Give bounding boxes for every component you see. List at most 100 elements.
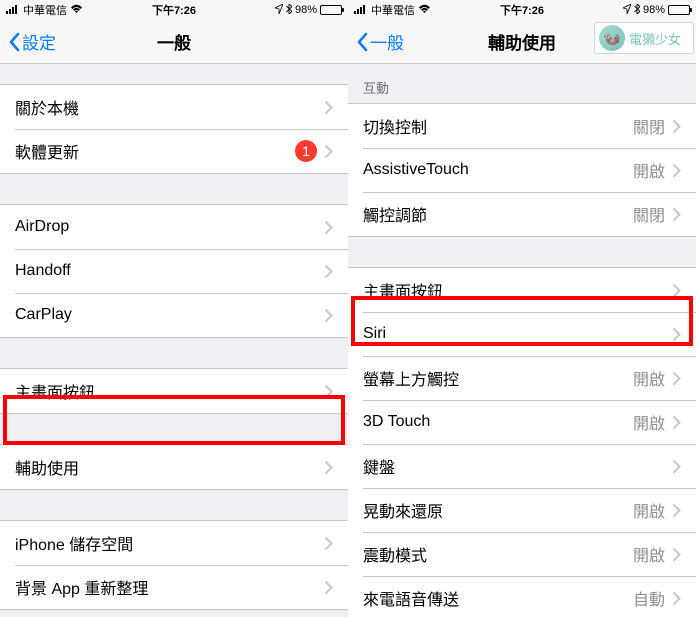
watermark-label: 電獺少女 — [629, 29, 681, 48]
cell-call-audio-routing[interactable]: 來電語音傳送 自動 — [348, 576, 696, 617]
phone-left: 中華電信 下午7:26 98% 設定 一般 關於本機 — [0, 0, 348, 617]
cell-label: 觸控調節 — [363, 202, 633, 226]
cell-group: 主畫面按鈕 Siri 螢幕上方觸控 開啟 3D Touch 開啟 鍵盤 晃動來還… — [348, 267, 696, 617]
chevron-right-icon — [673, 208, 681, 221]
signal-icon — [6, 4, 20, 17]
spacer — [0, 414, 348, 444]
chevron-right-icon — [325, 581, 333, 594]
chevron-right-icon — [325, 385, 333, 398]
wifi-icon — [70, 4, 83, 17]
chevron-right-icon — [325, 309, 333, 322]
battery-percent: 98% — [643, 4, 665, 16]
chevron-right-icon — [673, 328, 681, 341]
cell-value: 開啟 — [633, 366, 665, 390]
back-button[interactable]: 一般 — [356, 29, 404, 54]
cell-reachability[interactable]: 螢幕上方觸控 開啟 — [348, 356, 696, 400]
cell-label: iPhone 儲存空間 — [15, 531, 325, 555]
cell-airdrop[interactable]: AirDrop — [0, 205, 348, 249]
status-time: 下午7:26 — [500, 2, 544, 18]
chevron-right-icon — [325, 537, 333, 550]
back-button[interactable]: 設定 — [8, 29, 56, 54]
cell-label: 晃動來還原 — [363, 498, 633, 522]
back-label: 一般 — [370, 29, 404, 54]
location-icon — [623, 4, 631, 17]
bluetooth-icon — [634, 4, 640, 17]
chevron-left-icon — [356, 32, 368, 52]
cell-label: 螢幕上方觸控 — [363, 366, 633, 390]
chevron-right-icon — [673, 460, 681, 473]
cell-vibration[interactable]: 震動模式 開啟 — [348, 532, 696, 576]
cell-label: 輔助使用 — [15, 455, 325, 479]
cell-value: 開啟 — [633, 542, 665, 566]
cell-label: AirDrop — [15, 218, 325, 236]
signal-icon — [354, 4, 368, 17]
cell-label: Siri — [363, 325, 673, 343]
cell-label: Handoff — [15, 262, 325, 280]
cell-label: 切換控制 — [363, 114, 633, 138]
chevron-right-icon — [673, 164, 681, 177]
cell-siri[interactable]: Siri — [348, 312, 696, 356]
battery-icon — [668, 5, 690, 15]
cell-keyboard[interactable]: 鍵盤 — [348, 444, 696, 488]
back-label: 設定 — [22, 29, 56, 54]
cell-group: iPhone 儲存空間 背景 App 重新整理 — [0, 520, 348, 610]
carrier-label: 中華電信 — [23, 2, 67, 18]
cell-home-button[interactable]: 主畫面按鈕 — [0, 369, 348, 413]
chevron-left-icon — [8, 32, 20, 52]
chevron-right-icon — [325, 221, 333, 234]
cell-group: 切換控制 關閉 AssistiveTouch 開啟 觸控調節 關閉 — [348, 103, 696, 237]
cell-label: 鍵盤 — [363, 454, 673, 478]
battery-percent: 98% — [295, 4, 317, 16]
cell-home-button[interactable]: 主畫面按鈕 — [348, 268, 696, 312]
watermark-avatar-icon: 🦦 — [599, 25, 625, 51]
carrier-label: 中華電信 — [371, 2, 415, 18]
cell-background-refresh[interactable]: 背景 App 重新整理 — [0, 565, 348, 609]
cell-storage[interactable]: iPhone 儲存空間 — [0, 521, 348, 565]
chevron-right-icon — [673, 592, 681, 605]
badge: 1 — [295, 140, 317, 162]
battery-icon — [320, 5, 342, 15]
status-time: 下午7:26 — [152, 2, 196, 18]
cell-carplay[interactable]: CarPlay — [0, 293, 348, 337]
wifi-icon — [418, 4, 431, 17]
spacer — [0, 64, 348, 84]
cell-software-update[interactable]: 軟體更新 1 — [0, 129, 348, 173]
cell-switch-control[interactable]: 切換控制 關閉 — [348, 104, 696, 148]
cell-label: 主畫面按鈕 — [363, 278, 673, 302]
cell-accessibility[interactable]: 輔助使用 — [0, 445, 348, 489]
chevron-right-icon — [673, 284, 681, 297]
chevron-right-icon — [673, 548, 681, 561]
cell-label: 軟體更新 — [15, 139, 295, 163]
location-icon — [275, 4, 283, 17]
cell-touch-accommodations[interactable]: 觸控調節 關閉 — [348, 192, 696, 236]
cell-shake-to-undo[interactable]: 晃動來還原 開啟 — [348, 488, 696, 532]
cell-3d-touch[interactable]: 3D Touch 開啟 — [348, 400, 696, 444]
cell-handoff[interactable]: Handoff — [0, 249, 348, 293]
cell-label: 來電語音傳送 — [363, 586, 633, 610]
cell-value: 關閉 — [633, 202, 665, 226]
chevron-right-icon — [325, 461, 333, 474]
cell-value: 關閉 — [633, 114, 665, 138]
cell-label: CarPlay — [15, 306, 325, 324]
chevron-right-icon — [673, 120, 681, 133]
cell-group: AirDrop Handoff CarPlay — [0, 204, 348, 338]
cell-group: 輔助使用 — [0, 444, 348, 490]
phone-right: 中華電信 下午7:26 98% 一般 輔助使用 🦦 電獺少女 互動 — [348, 0, 696, 617]
spacer — [0, 174, 348, 204]
cell-group: 關於本機 軟體更新 1 — [0, 84, 348, 174]
bluetooth-icon — [286, 4, 292, 17]
chevron-right-icon — [325, 145, 333, 158]
watermark: 🦦 電獺少女 — [594, 22, 694, 54]
section-header: 互動 — [348, 64, 696, 103]
chevron-right-icon — [325, 101, 333, 114]
cell-value: 開啟 — [633, 498, 665, 522]
nav-title: 輔助使用 — [488, 29, 556, 54]
cell-about[interactable]: 關於本機 — [0, 85, 348, 129]
chevron-right-icon — [673, 504, 681, 517]
status-bar: 中華電信 下午7:26 98% — [348, 0, 696, 20]
cell-assistive-touch[interactable]: AssistiveTouch 開啟 — [348, 148, 696, 192]
chevron-right-icon — [673, 372, 681, 385]
chevron-right-icon — [673, 416, 681, 429]
nav-title: 一般 — [157, 29, 191, 54]
cell-label: 背景 App 重新整理 — [15, 575, 325, 599]
